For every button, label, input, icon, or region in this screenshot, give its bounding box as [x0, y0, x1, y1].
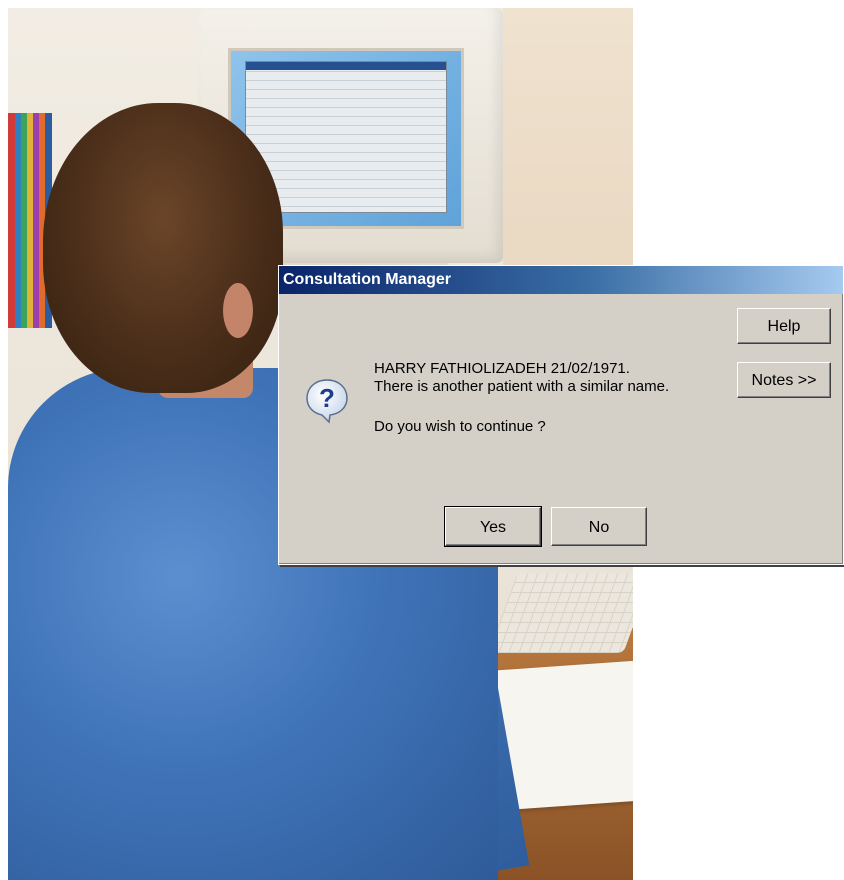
message-patient-line: HARRY FATHIOLIZADEH 21/02/1971. [374, 360, 630, 377]
dialog-titlebar[interactable]: Consultation Manager [279, 266, 843, 294]
notes-button[interactable]: Notes >> [737, 362, 831, 398]
question-icon: ? [306, 379, 348, 424]
consultation-manager-dialog: Consultation Manager ? HARRY FATHIOLIZAD… [278, 265, 844, 565]
screen-app-titlebar [246, 62, 446, 70]
help-button[interactable]: Help [737, 308, 831, 344]
svg-text:?: ? [319, 383, 335, 413]
yes-button[interactable]: Yes [444, 506, 542, 547]
no-button[interactable]: No [551, 507, 647, 546]
person-ear [223, 283, 253, 338]
message-question-line: Do you wish to continue ? [374, 418, 546, 435]
dialog-message: HARRY FATHIOLIZADEH 21/02/1971. There is… [374, 360, 669, 436]
person-head [43, 103, 283, 393]
keyboard [488, 573, 633, 653]
message-similar-name-line: There is another patient with a similar … [374, 378, 670, 395]
